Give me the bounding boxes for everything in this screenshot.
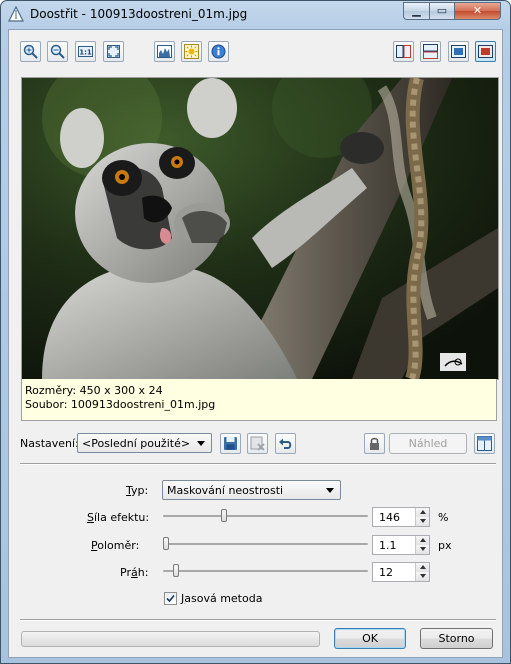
minimize-icon: ▁ bbox=[412, 4, 421, 17]
spin-down-icon[interactable] bbox=[415, 572, 429, 581]
original-view-button[interactable] bbox=[475, 41, 496, 62]
image-info-panel: Rozměry: 450 x 300 x 24 Soubor: 100913do… bbox=[21, 379, 497, 421]
spin-down-icon[interactable] bbox=[415, 517, 429, 526]
luminance-label[interactable]: Jasová metoda bbox=[181, 592, 262, 605]
original-view-icon bbox=[478, 45, 493, 58]
minimize-button[interactable]: ▁ bbox=[403, 2, 429, 20]
spin-up-icon[interactable] bbox=[415, 508, 429, 517]
actual-size-button[interactable]: 1:1 bbox=[75, 41, 96, 62]
app-icon bbox=[8, 6, 24, 22]
luminance-checkbox[interactable] bbox=[164, 592, 177, 605]
radius-unit: px bbox=[438, 539, 452, 552]
slider-thumb[interactable] bbox=[163, 537, 169, 550]
actual-size-icon: 1:1 bbox=[78, 46, 93, 57]
split-horizontal-button[interactable] bbox=[420, 41, 441, 62]
image-dimensions: Rozměry: 450 x 300 x 24 bbox=[25, 384, 163, 397]
zoom-out-icon bbox=[50, 44, 65, 59]
separator bbox=[20, 463, 496, 465]
preview-area[interactable] bbox=[21, 77, 499, 380]
threshold-spinner[interactable]: 12 bbox=[372, 562, 430, 582]
preset-dropdown[interactable]: <Poslední použité> bbox=[77, 433, 212, 453]
image-file: Soubor: 100913doostreni_01m.jpg bbox=[25, 398, 216, 411]
zoom-in-button[interactable] bbox=[20, 41, 41, 62]
dialog-window: Doostřit - 100913doostreni_01m.jpg ▁ ▭ ✕… bbox=[0, 0, 511, 664]
info-button[interactable] bbox=[208, 41, 229, 62]
ok-button[interactable]: OK bbox=[334, 628, 406, 649]
slider-track bbox=[163, 570, 368, 572]
layout-toggle-button[interactable] bbox=[474, 433, 495, 454]
type-dropdown[interactable]: Maskování neostrosti bbox=[162, 480, 341, 500]
type-label: Typ: bbox=[126, 484, 149, 497]
slider-thumb[interactable] bbox=[221, 509, 227, 522]
strength-spinner[interactable]: 146 bbox=[372, 507, 430, 527]
preview-button[interactable]: Náhled bbox=[389, 433, 467, 454]
preset-label: Nastavení: bbox=[20, 437, 79, 450]
layout-icon bbox=[477, 436, 492, 451]
spin-down-icon[interactable] bbox=[415, 545, 429, 554]
checkmark-icon bbox=[166, 594, 175, 603]
fit-window-button[interactable] bbox=[103, 41, 124, 62]
lock-button[interactable] bbox=[364, 433, 385, 454]
lock-icon bbox=[370, 437, 379, 450]
separator bbox=[20, 619, 496, 621]
radius-slider[interactable] bbox=[163, 537, 368, 551]
delete-preset-icon bbox=[250, 436, 265, 451]
radius-label: Poloměr: bbox=[91, 539, 140, 552]
delete-preset-button[interactable] bbox=[247, 433, 268, 454]
info-icon bbox=[211, 44, 226, 59]
strength-slider[interactable] bbox=[163, 509, 368, 523]
maximize-icon: ▭ bbox=[436, 4, 448, 17]
fit-window-icon bbox=[107, 45, 120, 58]
split-vertical-button[interactable] bbox=[393, 41, 414, 62]
single-view-button[interactable] bbox=[448, 41, 469, 62]
preview-photo bbox=[22, 78, 498, 379]
single-view-icon bbox=[451, 45, 466, 58]
title-bar[interactable]: Doostřit - 100913doostreni_01m.jpg ▁ ▭ ✕ bbox=[1, 1, 510, 28]
close-icon: ✕ bbox=[472, 4, 483, 17]
svg-text:1:1: 1:1 bbox=[79, 49, 92, 57]
strength-unit: % bbox=[438, 511, 449, 524]
cancel-button[interactable]: Storno bbox=[420, 628, 493, 649]
zoom-in-icon bbox=[23, 44, 38, 59]
split-vertical-icon bbox=[396, 45, 411, 58]
sun-icon bbox=[184, 44, 199, 59]
histogram-button[interactable] bbox=[154, 41, 175, 62]
threshold-slider[interactable] bbox=[163, 564, 368, 578]
window-title: Doostřit - 100913doostreni_01m.jpg bbox=[30, 7, 248, 21]
zoom-out-button[interactable] bbox=[47, 41, 68, 62]
slider-thumb[interactable] bbox=[173, 564, 179, 577]
slider-track bbox=[163, 515, 368, 517]
threshold-label: Práh: bbox=[120, 566, 149, 579]
chevron-down-icon bbox=[197, 441, 205, 446]
save-icon bbox=[224, 437, 237, 450]
strength-label: Síla efektu: bbox=[87, 511, 150, 524]
histogram-icon bbox=[157, 45, 172, 58]
undo-button[interactable] bbox=[275, 433, 296, 454]
type-value: Maskování neostrosti bbox=[167, 484, 284, 497]
save-preset-button[interactable] bbox=[220, 433, 241, 454]
progress-bar bbox=[21, 631, 320, 647]
chevron-down-icon bbox=[326, 488, 334, 493]
highlight-button[interactable] bbox=[181, 41, 202, 62]
undo-icon bbox=[279, 438, 292, 449]
spin-up-icon[interactable] bbox=[415, 536, 429, 545]
dialog-client: 1:1 Rozměry: 450 x 300 x 24 Soubor: 1009… bbox=[8, 29, 503, 658]
close-button[interactable]: ✕ bbox=[454, 2, 501, 20]
slider-track bbox=[163, 543, 368, 545]
split-horizontal-icon bbox=[423, 44, 438, 59]
spin-up-icon[interactable] bbox=[415, 563, 429, 572]
preset-value: <Poslední použité> bbox=[82, 437, 191, 450]
maximize-button[interactable]: ▭ bbox=[429, 2, 454, 20]
radius-spinner[interactable]: 1.1 bbox=[372, 535, 430, 555]
